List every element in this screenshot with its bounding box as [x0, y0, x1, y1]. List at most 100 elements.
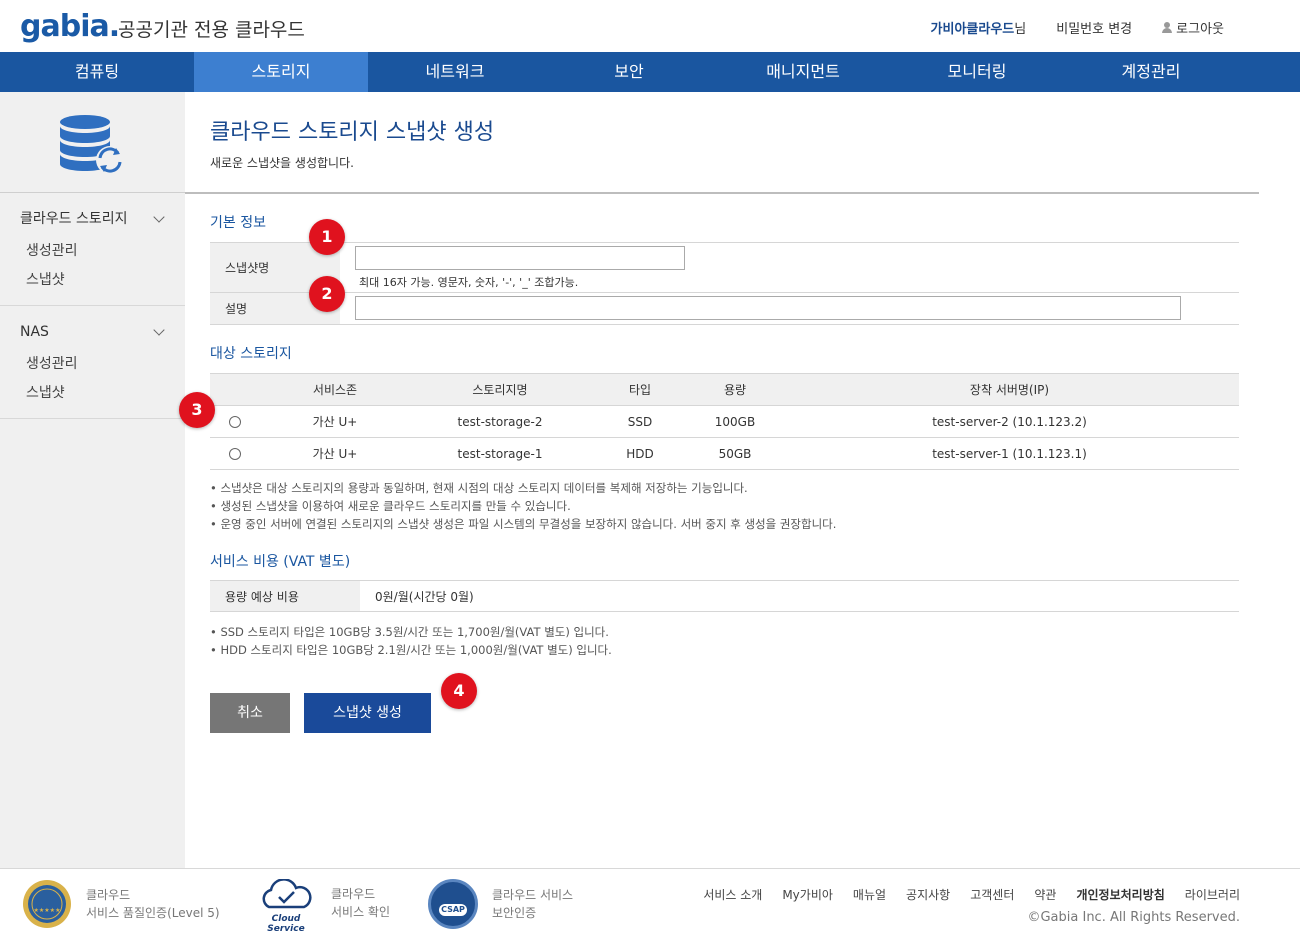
basic-info-form: 스냅샷명 최대 16자 가능. 영문자, 숫자, '-', '_' 조합가능. …: [210, 242, 1239, 325]
cell-zone: 가산 U+: [260, 437, 410, 470]
nav-monitoring[interactable]: 모니터링: [890, 52, 1064, 92]
sidebar-header: [0, 92, 185, 193]
section-title-cost: 서비스 비용 (VAT 별도): [210, 554, 351, 570]
cell-server: test-server-2 (10.1.123.2): [780, 405, 1239, 438]
page-title: 클라우드 스토리지 스냅샷 생성: [210, 120, 495, 145]
chevron-down-icon: [153, 324, 165, 336]
sidebar-item-snapshot[interactable]: 스냅샷: [0, 266, 185, 295]
cell-size: 100GB: [690, 405, 780, 438]
row-radio-cell: [210, 437, 260, 470]
section-title-basic-info: 기본 정보: [210, 215, 266, 231]
cloud-icon: [262, 878, 312, 909]
cert-cloud-service: Cloud Service 클라우드 서비스 확인: [255, 878, 390, 934]
copyright: ©Gabia Inc. All Rights Reserved.: [1027, 910, 1240, 925]
form-row-snapshot-name: 스냅샷명 최대 16자 가능. 영문자, 숫자, '-', '_' 조합가능.: [210, 243, 1239, 293]
column-header-server: 장착 서버명(IP): [780, 373, 1239, 406]
chevron-down-icon: [153, 211, 165, 223]
nav-account[interactable]: 계정관리: [1064, 52, 1238, 92]
footer-link-mygabia[interactable]: My가비아: [782, 886, 833, 903]
quality-cert-seal-icon: ★★★★★: [23, 880, 71, 928]
cell-type: SSD: [590, 405, 690, 438]
footer-link-notice[interactable]: 공지사항: [906, 886, 950, 903]
footer-link-service-intro[interactable]: 서비스 소개: [703, 886, 762, 903]
column-header-zone: 서비스존: [260, 373, 410, 406]
annotation-badge-3: 3: [179, 392, 215, 428]
nav-management[interactable]: 매니지먼트: [716, 52, 890, 92]
cell-type: HDD: [590, 437, 690, 470]
cancel-button[interactable]: 취소: [210, 693, 290, 733]
note-line: • 스냅샷은 대상 스토리지의 용량과 동일하며, 현재 시점의 대상 스토리지…: [210, 481, 748, 495]
sidebar-group-nas: NAS 생성관리 스냅샷: [0, 306, 185, 419]
storage-radio[interactable]: [229, 448, 241, 460]
storage-notes: • 스냅샷은 대상 스토리지의 용량과 동일하며, 현재 시점의 대상 스토리지…: [210, 479, 836, 533]
nav-computing[interactable]: 컴퓨팅: [0, 52, 194, 92]
column-header-storage-name: 스토리지명: [410, 373, 590, 406]
user-name[interactable]: 가비아클라우드님: [931, 18, 1027, 37]
create-snapshot-button[interactable]: 스냅샷 생성: [304, 693, 431, 733]
table-row[interactable]: 가산 U+ test-storage-2 SSD 100GB test-serv…: [210, 405, 1239, 438]
annotation-badge-2: 2: [309, 276, 345, 312]
cell-zone: 가산 U+: [260, 405, 410, 438]
sidebar: 클라우드 스토리지 생성관리 스냅샷 NAS 생성관리 스냅샷: [0, 92, 185, 868]
form-row-description: 설명: [210, 293, 1239, 325]
csap-seal-icon: CSAP: [428, 879, 478, 929]
note-line: • 운영 중인 서버에 연결된 스토리지의 스냅샷 생성은 파일 시스템의 무결…: [210, 517, 837, 531]
gabia-logo[interactable]: gabia.: [20, 12, 120, 42]
table-row[interactable]: 가산 U+ test-storage-1 HDD 50GB test-serve…: [210, 437, 1239, 470]
storage-table: 서비스존 스토리지명 타입 용량 장착 서버명(IP) 가산 U+ test-s…: [210, 373, 1239, 470]
footer-link-support[interactable]: 고객센터: [970, 886, 1014, 903]
snapshot-name-input[interactable]: [355, 246, 685, 270]
cell-server: test-server-1 (10.1.123.1): [780, 437, 1239, 470]
footer-link-privacy[interactable]: 개인정보처리방침: [1076, 886, 1164, 903]
cost-label: 용량 예상 비용: [210, 581, 360, 611]
section-title-target-storage: 대상 스토리지: [210, 346, 292, 362]
storage-sync-icon: [60, 115, 124, 174]
service-title: 공공기관 전용 클라우드: [118, 19, 305, 41]
cloud-service-logo: Cloud Service: [255, 878, 317, 934]
sidebar-group-cloud-storage: 클라우드 스토리지 생성관리 스냅샷: [0, 193, 185, 306]
cell-size: 50GB: [690, 437, 780, 470]
sidebar-item-create-manage[interactable]: 생성관리: [0, 350, 185, 379]
snapshot-name-hint: 최대 16자 가능. 영문자, 숫자, '-', '_' 조합가능.: [359, 276, 579, 289]
note-line: • HDD 스토리지 타입은 10GB당 2.1원/시간 또는 1,000원/월…: [210, 643, 612, 657]
page-description: 새로운 스냅샷을 생성합니다.: [210, 156, 354, 170]
cell-storage-name: test-storage-1: [410, 437, 590, 470]
footer-link-manual[interactable]: 매뉴얼: [853, 886, 886, 903]
cost-table: 용량 예상 비용 0원/월(시간당 0월): [210, 580, 1239, 612]
logout-link[interactable]: 로그아웃: [1162, 18, 1224, 37]
cost-value: 0원/월(시간당 0월): [375, 590, 474, 604]
description-input[interactable]: [355, 296, 1181, 320]
note-line: • 생성된 스냅샷을 이용하여 새로운 클라우드 스토리지를 만들 수 있습니다…: [210, 499, 571, 513]
cost-notes: • SSD 스토리지 타입은 10GB당 3.5원/시간 또는 1,700원/월…: [210, 623, 612, 659]
row-radio-cell: [210, 405, 260, 438]
divider: [185, 192, 1259, 194]
footer-link-library[interactable]: 라이브러리: [1185, 886, 1240, 903]
storage-radio[interactable]: [229, 416, 241, 428]
footer: ★★★★★ 클라우드 서비스 품질인증(Level 5) Cloud Servi…: [0, 868, 1300, 938]
nav-security[interactable]: 보안: [542, 52, 716, 92]
annotation-badge-1: 1: [309, 219, 345, 255]
change-password-link[interactable]: 비밀번호 변경: [1056, 18, 1132, 37]
column-header-size: 용량: [690, 373, 780, 406]
table-header-row: 서비스존 스토리지명 타입 용량 장착 서버명(IP): [210, 373, 1239, 406]
svg-text:★★★★★: ★★★★★: [34, 907, 61, 914]
main-nav: 컴퓨팅 스토리지 네트워크 보안 매니지먼트 모니터링 계정관리: [0, 52, 1300, 92]
column-header-type: 타입: [590, 373, 690, 406]
sidebar-group-title[interactable]: 클라우드 스토리지: [0, 207, 185, 231]
user-area: 가비아클라우드님 비밀번호 변경 로그아웃: [931, 18, 1224, 37]
sidebar-item-snapshot[interactable]: 스냅샷: [0, 379, 185, 408]
cell-storage-name: test-storage-2: [410, 405, 590, 438]
nav-storage[interactable]: 스토리지: [194, 52, 368, 92]
header: gabia. 공공기관 전용 클라우드 가비아클라우드님 비밀번호 변경 로그아…: [0, 0, 1300, 52]
column-header-select: [210, 373, 260, 406]
sidebar-item-create-manage[interactable]: 생성관리: [0, 237, 185, 266]
sidebar-group-title[interactable]: NAS: [0, 320, 185, 344]
nav-network[interactable]: 네트워크: [368, 52, 542, 92]
footer-links: 서비스 소개 My가비아 매뉴얼 공지사항 고객센터 약관 개인정보처리방침 라…: [703, 886, 1240, 903]
note-line: • SSD 스토리지 타입은 10GB당 3.5원/시간 또는 1,700원/월…: [210, 625, 609, 639]
person-icon: [1162, 22, 1173, 33]
footer-link-terms[interactable]: 약관: [1034, 886, 1056, 903]
cert-quality: ★★★★★ 클라우드 서비스 품질인증(Level 5): [22, 879, 220, 929]
cert-csap: CSAP 클라우드 서비스 보안인증: [428, 879, 573, 929]
annotation-badge-4: 4: [441, 673, 477, 709]
